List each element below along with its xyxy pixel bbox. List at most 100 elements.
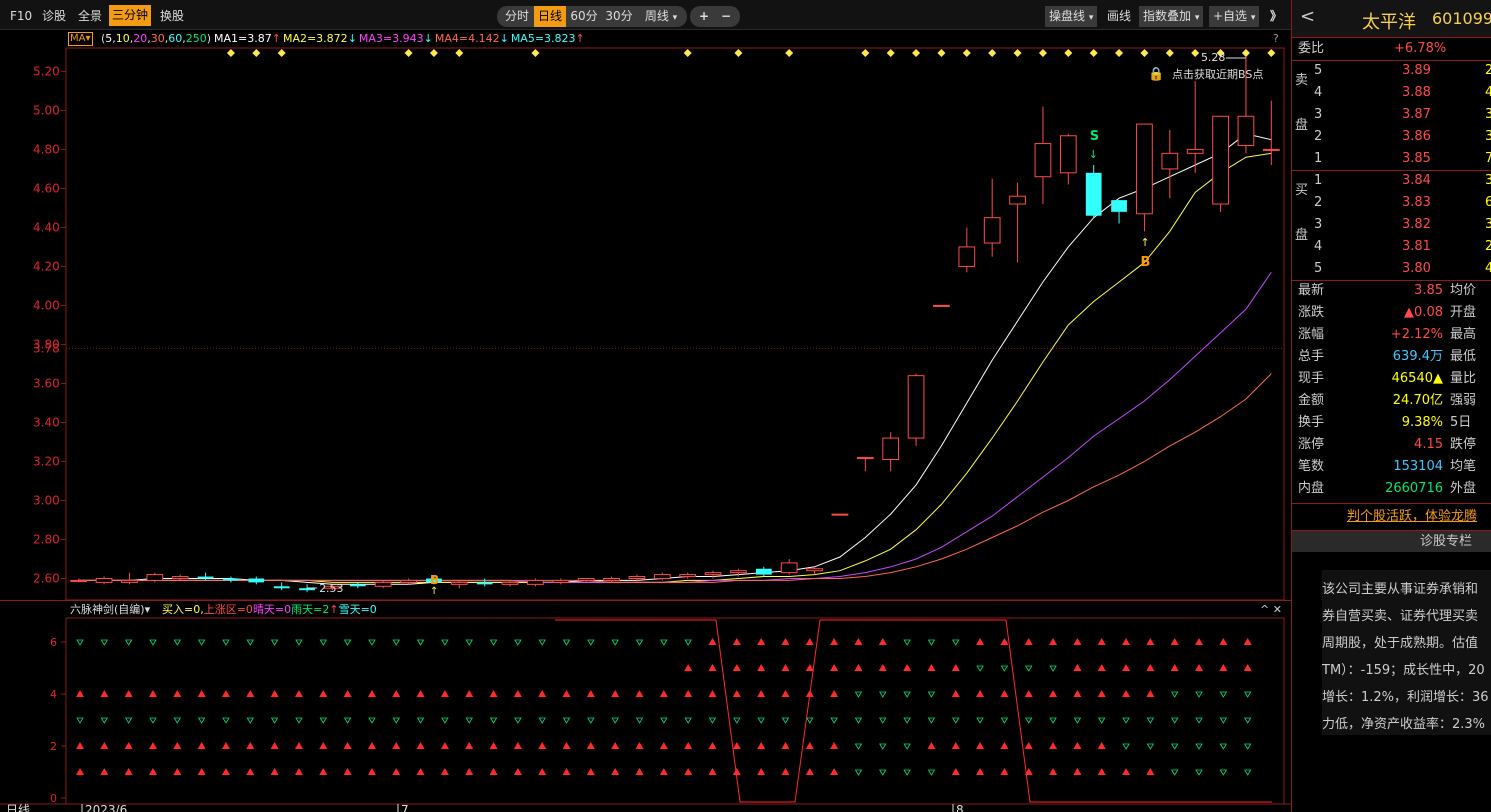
candle-body (1262, 148, 1280, 151)
triangle-down-icon (879, 769, 887, 776)
triangle-down-icon (197, 639, 206, 646)
promo-link[interactable]: 判个股活跃，体验龙腾 (1347, 506, 1477, 528)
triangle-down-icon (1243, 743, 1252, 750)
tab-weekly-dropdown[interactable]: 周线 ▾ (637, 6, 685, 27)
triangle-down-icon (246, 639, 254, 646)
zoom-out-button[interactable]: − (716, 6, 736, 27)
triangle-up-icon (440, 742, 449, 749)
indicator-tick-label: 4 (50, 688, 57, 701)
candle (1186, 81, 1204, 173)
triangle-down-icon (489, 639, 498, 646)
bs-diamond-marker (962, 49, 971, 57)
indicator-controls[interactable]: ^ ✕ (1260, 601, 1282, 619)
tab-daily[interactable]: 日线 (534, 6, 566, 27)
zoom-in-button[interactable]: + (694, 6, 714, 27)
triangle-up-icon (100, 742, 109, 749)
triangle-up-icon (781, 690, 790, 697)
triangle-up-icon (951, 742, 960, 749)
triangle-up-icon (830, 768, 839, 775)
triangle-up-icon (1000, 638, 1009, 645)
candle (223, 576, 239, 583)
triangle-up-icon (343, 768, 352, 775)
triangle-down-icon (246, 717, 254, 724)
triangle-up-icon (586, 742, 595, 749)
add-watchlist-label: +自选 (1213, 9, 1248, 23)
triangle-down-icon (222, 639, 230, 646)
candle (450, 580, 468, 589)
price-tick-label: 3.20 (33, 454, 60, 468)
candle (958, 227, 976, 273)
candle-body (299, 588, 315, 591)
triangle-down-icon (1219, 717, 1228, 724)
triangle-up-icon (489, 768, 498, 775)
triangle-up-icon (927, 664, 936, 671)
triangle-down-icon (514, 717, 522, 724)
triangle-up-icon (367, 690, 376, 697)
triangle-down-icon (903, 639, 911, 646)
candle (95, 576, 113, 585)
buy-level: 2 (1314, 195, 1323, 210)
stat-value: 46540▲ (1391, 371, 1443, 386)
panorama-tab[interactable]: 全景 (78, 6, 102, 26)
triangle-up-icon (319, 742, 328, 749)
bs-diamond-marker (1165, 49, 1174, 57)
add-watchlist-button[interactable]: +自选 ▾ (1209, 6, 1260, 27)
triangle-down-icon (1049, 717, 1057, 724)
triangle-down-icon (1170, 743, 1179, 750)
triangle-up-icon (1243, 638, 1252, 645)
draw-line-button[interactable]: 画线 (1107, 6, 1131, 26)
buy-price: 3.81 (1402, 239, 1431, 254)
triangle-up-icon (1219, 664, 1228, 671)
triangle-down-icon (1122, 717, 1130, 724)
triangle-up-icon (465, 742, 474, 749)
triangle-up-icon (416, 690, 425, 697)
time-tick-label: 8 (956, 803, 964, 812)
triangle-up-icon (221, 690, 230, 697)
triangle-up-icon (1073, 768, 1082, 775)
index-overlay-button[interactable]: 指数叠加 ▾ (1139, 6, 1204, 27)
diagnose-tab[interactable]: 诊股 (42, 6, 66, 26)
stat-value: 3.85 (1414, 283, 1443, 298)
trading-line-button[interactable]: 操盘线 ▾ (1045, 6, 1098, 27)
triangle-up-icon (1049, 742, 1058, 749)
three-minute-tab[interactable]: 三分钟 (109, 5, 152, 26)
analysis-box: 该公司主要从事证券承销和 券自营买卖、证券代理买卖 周期股，处于成熟期。估值 TM）：… (1322, 570, 1491, 735)
sell-price: 3.86 (1402, 129, 1431, 144)
triangle-up-icon (1049, 638, 1058, 645)
back-icon[interactable]: < (1300, 6, 1315, 27)
triangle-down-icon (1219, 743, 1228, 750)
analysis-line: 该公司主要从事证券承销和 (1322, 582, 1479, 597)
triangle-down-icon (976, 665, 984, 672)
indicator-tick-label: 6 (50, 636, 57, 649)
triangle-up-icon (732, 664, 741, 671)
triangle-up-icon (124, 742, 133, 749)
bs-diamond-marker (1267, 49, 1276, 57)
triangle-up-icon (781, 742, 790, 749)
triangle-down-icon (976, 717, 984, 724)
stat-label: 涨幅 (1298, 327, 1325, 342)
bs-diamond-marker (455, 49, 464, 57)
triangle-up-icon (830, 638, 839, 645)
switch-stock-tab[interactable]: 换股 (160, 6, 184, 26)
candle-body (1186, 148, 1204, 154)
tab-60min[interactable]: 60分 (568, 6, 600, 27)
stat-value: 639.4万 (1392, 349, 1443, 364)
high-price-label: 5.28 (1201, 51, 1226, 64)
triangle-up-icon (197, 742, 206, 749)
triangle-up-icon (830, 664, 839, 671)
triangle-up-icon (1000, 768, 1009, 775)
triangle-up-icon (1122, 768, 1131, 775)
triangle-up-icon (659, 690, 668, 697)
triangle-down-icon (952, 717, 960, 724)
tab-intraday[interactable]: 分时 (500, 6, 534, 27)
f10-tab[interactable]: F10 (10, 6, 32, 26)
candle-body (374, 581, 392, 587)
triangle-down-icon (635, 717, 644, 724)
buy-volume: 3 (1485, 214, 1491, 236)
tab-30min[interactable]: 30分 (603, 6, 635, 27)
candle-body (1059, 135, 1077, 174)
triangle-up-icon (76, 690, 84, 697)
indicator-name[interactable]: 六脉神剑(自编)▾ (70, 601, 150, 619)
triangle-down-icon (611, 717, 619, 724)
expand-panel-icon[interactable]: 》 (1270, 6, 1282, 26)
